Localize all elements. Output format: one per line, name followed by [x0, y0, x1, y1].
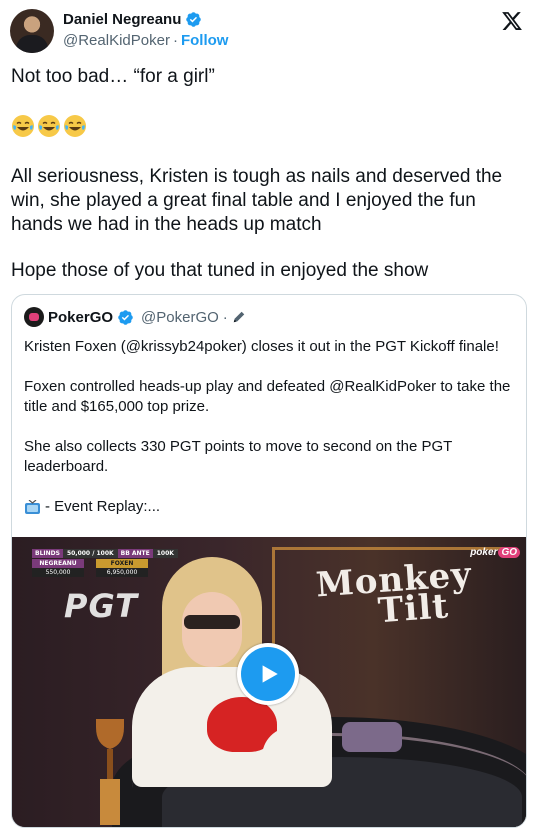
trophy-icon: [96, 719, 124, 825]
ante-label: BB ANTE: [117, 549, 153, 558]
event-replay-text: - Event Replay:...: [45, 498, 161, 515]
face-with-tears-of-joy-icon: [64, 115, 86, 137]
verified-badge-icon: [118, 309, 133, 325]
author-name[interactable]: Daniel Negreanu: [63, 11, 181, 28]
separator-dot: ·: [172, 32, 178, 49]
quoted-tweet-body: Kristen Foxen (@krissyb24poker) closes i…: [24, 337, 516, 517]
blinds-value: 50,000 / 100K: [62, 549, 118, 558]
blinds-bar: BLINDS 50,000 / 100K BB ANTE 100K: [32, 549, 180, 558]
player-arm: [262, 727, 322, 787]
play-button-inner: [241, 647, 295, 701]
face-with-tears-of-joy-icon: [38, 115, 60, 137]
follow-button[interactable]: Follow: [181, 32, 229, 49]
blinds-label: BLINDS: [32, 549, 63, 558]
tweet-text-line1: Not too bad… “for a girl”: [11, 66, 215, 87]
player1-stack: 550,000: [32, 568, 84, 577]
hud-players: NEGREANU 550,000 FOXEN 6,950,000: [32, 559, 180, 579]
emoji-row: [11, 114, 87, 138]
chip-stack: [342, 722, 402, 752]
broadcast-hud: BLINDS 50,000 / 100K BB ANTE 100K NEGREA…: [32, 549, 180, 579]
television-icon: [25, 499, 40, 514]
play-button[interactable]: [237, 643, 299, 705]
tweet-text-para3: Hope those of you that tuned in enjoyed …: [11, 260, 429, 281]
play-icon: [262, 665, 278, 683]
ante-value: 100K: [152, 549, 178, 558]
quoted-author-handle[interactable]: @PokerGO: [141, 309, 219, 326]
author-avatar[interactable]: [10, 9, 54, 53]
pgt-logo: PGT: [64, 587, 138, 625]
pokergo-watermark-left: poker: [470, 547, 498, 558]
author-handle-row: @RealKidPoker · Follow: [63, 32, 228, 49]
x-logo-icon[interactable]: [501, 10, 523, 32]
face-with-tears-of-joy-icon: [12, 115, 34, 137]
edited-pen-icon[interactable]: [232, 310, 246, 324]
author-name-row: Daniel Negreanu: [63, 11, 202, 28]
author-handle[interactable]: @RealKidPoker: [63, 32, 170, 49]
hud-player-1: NEGREANU 550,000: [32, 559, 84, 579]
quoted-author-name[interactable]: PokerGO: [48, 309, 113, 326]
player-face: [182, 592, 242, 667]
separator-dot: ·: [222, 308, 228, 326]
quoted-tweet-card[interactable]: PokerGO @PokerGO · Kristen Foxen (@kriss…: [11, 294, 527, 828]
quoted-text-p1: Kristen Foxen (@krissyb24poker) closes i…: [24, 338, 499, 355]
pokergo-watermark-right: GO: [498, 547, 520, 558]
verified-badge-icon: [186, 12, 202, 27]
monkey-tilt-logo: Monkey Tilt: [315, 555, 475, 632]
quoted-tweet-header: PokerGO @PokerGO ·: [24, 307, 246, 327]
event-replay-line: - Event Replay:...: [24, 497, 516, 517]
tweet-header: Daniel Negreanu @RealKidPoker · Follow: [10, 8, 525, 54]
video-player[interactable]: PGT Monkey Tilt BLINDS 50,000 / 100K BB …: [12, 537, 526, 827]
tweet-text-para2: All seriousness, Kristen is tough as nai…: [11, 166, 503, 235]
hud-player-2: FOXEN 6,950,000: [96, 559, 148, 579]
player2-stack: 6,950,000: [96, 568, 148, 577]
player-sunglasses: [184, 615, 240, 629]
player1-name: NEGREANU: [32, 559, 84, 568]
quoted-text-p2: Foxen controlled heads-up play and defea…: [24, 378, 511, 415]
player2-name: FOXEN: [96, 559, 148, 568]
pokergo-avatar[interactable]: [24, 307, 44, 327]
pokergo-watermark: poker GO: [470, 547, 520, 558]
quoted-text-p3: She also collects 330 PGT points to move…: [24, 438, 453, 475]
